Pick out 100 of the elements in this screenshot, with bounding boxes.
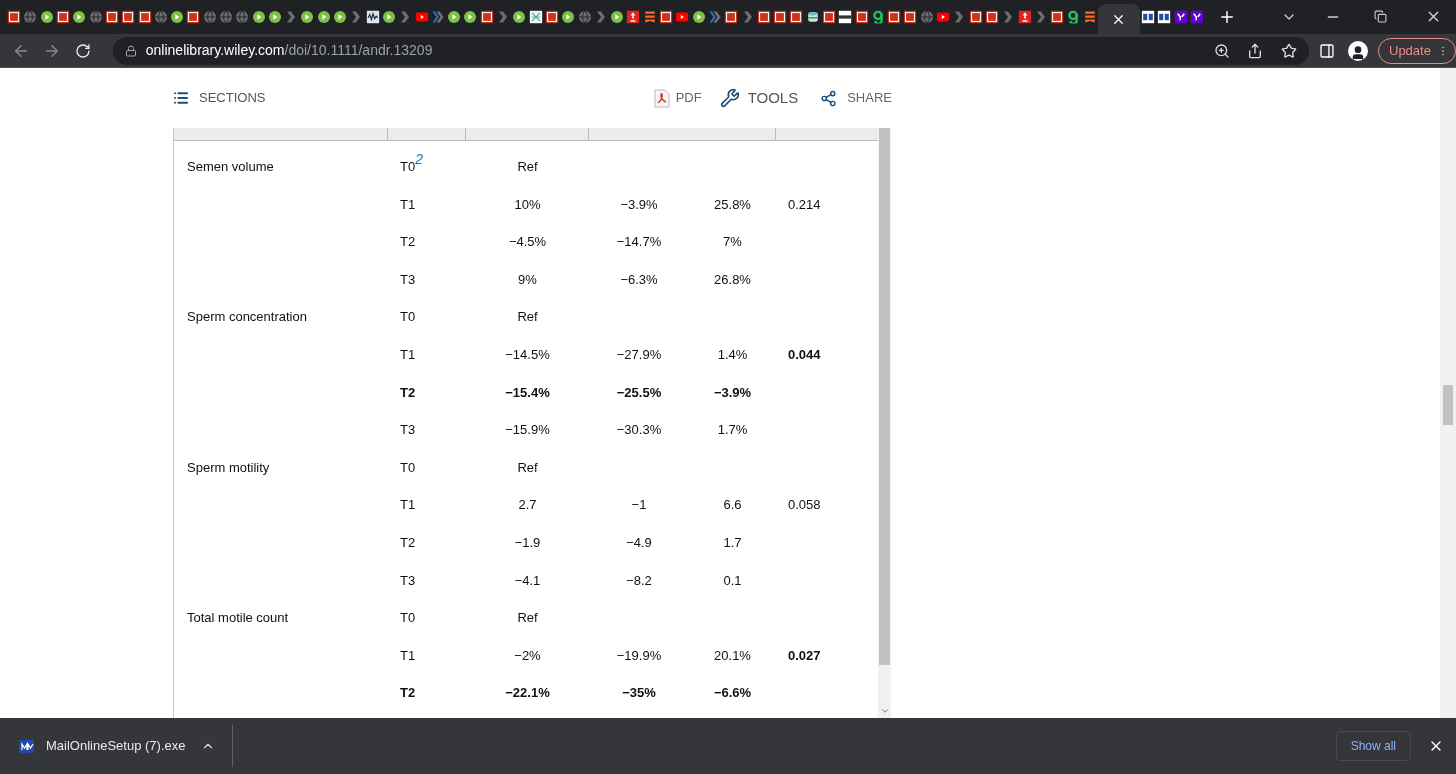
share-icon[interactable] xyxy=(1247,42,1264,59)
scrollbar-thumb[interactable] xyxy=(1443,385,1453,425)
square-emblem-icon xyxy=(724,10,738,24)
upper-bound-cell-text: 6.6 xyxy=(723,496,742,515)
play-icon xyxy=(382,10,396,24)
sections-button[interactable]: SECTIONS xyxy=(173,88,266,108)
blocks-icon xyxy=(1157,10,1171,24)
globe-icon xyxy=(154,10,168,24)
chevron-icon xyxy=(284,10,298,24)
address-bar[interactable]: onlinelibrary.wiley.com/doi/10.1111/andr.13209 xyxy=(112,36,1310,65)
zoom-icon[interactable] xyxy=(1214,42,1231,59)
play-icon xyxy=(512,10,526,24)
square-emblem-icon xyxy=(822,10,836,24)
bookmark-icon xyxy=(1083,10,1097,24)
time-cell-text: T0 xyxy=(400,609,416,628)
square-emblem-icon xyxy=(480,10,494,24)
outcome-cell-text: Sperm concentration xyxy=(187,308,307,327)
globe-icon xyxy=(203,10,217,24)
play-icon xyxy=(301,10,314,24)
document-icon xyxy=(529,10,543,24)
video-play-icon xyxy=(675,10,689,24)
play-icon xyxy=(40,10,54,24)
square-logo-icon xyxy=(1190,10,1204,24)
scroll-down-icon[interactable] xyxy=(879,706,890,716)
estimate-cell-text: −14.5% xyxy=(505,346,550,364)
reload-icon[interactable] xyxy=(74,42,91,59)
restore-icon[interactable] xyxy=(1374,10,1387,23)
time-cell-text: T2 xyxy=(400,684,416,703)
square-emblem-icon xyxy=(121,10,135,24)
upper-bound-cell-text: 7% xyxy=(723,233,742,252)
lower-bound-cell-text: −27.9% xyxy=(616,346,662,364)
chevron-icon xyxy=(741,10,754,24)
list-icon xyxy=(173,90,189,106)
time-cell-text: T3 xyxy=(400,421,416,440)
p-value-cell-text: 0.027 xyxy=(788,646,821,665)
play-icon xyxy=(170,10,184,24)
pdf-button[interactable]: PDF xyxy=(653,88,702,108)
square-emblem-icon xyxy=(904,10,917,24)
play-icon xyxy=(610,10,624,24)
video-play-icon xyxy=(415,10,428,24)
square-emblem-icon xyxy=(855,10,868,24)
square-emblem-icon xyxy=(1050,10,1064,24)
square-emblem-icon xyxy=(7,10,21,24)
play-icon xyxy=(464,10,477,24)
time-cell-text: T0 xyxy=(400,458,416,477)
globe-icon xyxy=(235,10,249,24)
tools-button[interactable]: TOOLS xyxy=(719,86,799,110)
square-emblem-icon xyxy=(985,10,999,24)
estimate-cell-text: −4.5% xyxy=(508,233,547,252)
wrench-icon xyxy=(719,88,740,108)
share-button[interactable]: SHARE xyxy=(820,88,892,108)
chevron-icon xyxy=(708,10,722,24)
time-cell-text: T1 xyxy=(400,346,416,364)
lower-bound-cell-text: −30.3% xyxy=(616,421,662,440)
square-emblem-icon xyxy=(105,10,119,24)
upper-bound-cell-text: −3.9% xyxy=(713,383,752,402)
estimate-cell-text: Ref xyxy=(517,458,538,477)
scrollbar-thumb[interactable] xyxy=(879,128,890,665)
share-icon xyxy=(820,89,838,107)
play-icon xyxy=(333,10,347,24)
file-icon xyxy=(19,739,34,753)
estimate-cell-text: −15.4% xyxy=(505,383,550,402)
play-icon xyxy=(692,10,705,24)
square-emblem-icon xyxy=(187,10,200,24)
wave-icon xyxy=(366,10,380,24)
square-emblem-icon xyxy=(773,10,787,24)
upper-bound-cell-text: 20.1% xyxy=(714,646,751,665)
cylinder-icon xyxy=(806,10,820,24)
globe-icon xyxy=(219,10,233,24)
play-icon xyxy=(268,10,282,24)
lower-bound-cell-text: −35% xyxy=(622,684,656,703)
estimate-cell-text: −22.1% xyxy=(505,684,550,703)
time-cell-text: T1 xyxy=(400,195,416,214)
square-emblem-icon xyxy=(659,10,673,24)
square-emblem-icon xyxy=(757,10,771,24)
square-emblem-icon xyxy=(887,10,901,24)
hook-icon xyxy=(871,10,885,24)
square-emblem-icon xyxy=(790,10,803,24)
estimate-cell-text: 10% xyxy=(514,195,541,214)
estimate-cell-text: 9% xyxy=(518,270,537,289)
time-cell-text: T2 xyxy=(400,534,416,552)
chevron-icon xyxy=(350,10,363,24)
chevron-icon xyxy=(496,10,510,24)
lower-bound-cell-text: −19.9% xyxy=(616,646,662,665)
lower-bound-cell-text: −1 xyxy=(631,496,647,515)
side-panel-icon[interactable] xyxy=(1319,42,1336,59)
lower-bound-cell-text: −6.3% xyxy=(620,270,658,289)
upper-bound-cell-text: 1.7% xyxy=(717,421,748,440)
estimate-cell-text: 2.7 xyxy=(518,496,537,515)
download-file-name[interactable]: MailOnlineSetup (7).exe xyxy=(46,736,186,756)
lower-bound-cell-text: −3.9% xyxy=(620,195,658,214)
bookmark-star-icon[interactable] xyxy=(1281,42,1298,59)
lower-bound-cell-text: −14.7% xyxy=(616,233,662,252)
outcome-cell-text: Total motile count xyxy=(187,609,289,628)
estimate-cell-text: Ref xyxy=(517,308,538,327)
time-cell-text: T2 xyxy=(400,383,416,402)
p-value-cell-text: 0.058 xyxy=(788,496,821,515)
lower-bound-cell-text: −25.5% xyxy=(616,383,662,402)
show-all-button[interactable]: Show all xyxy=(1335,731,1411,761)
profile-avatar[interactable] xyxy=(1348,40,1368,61)
